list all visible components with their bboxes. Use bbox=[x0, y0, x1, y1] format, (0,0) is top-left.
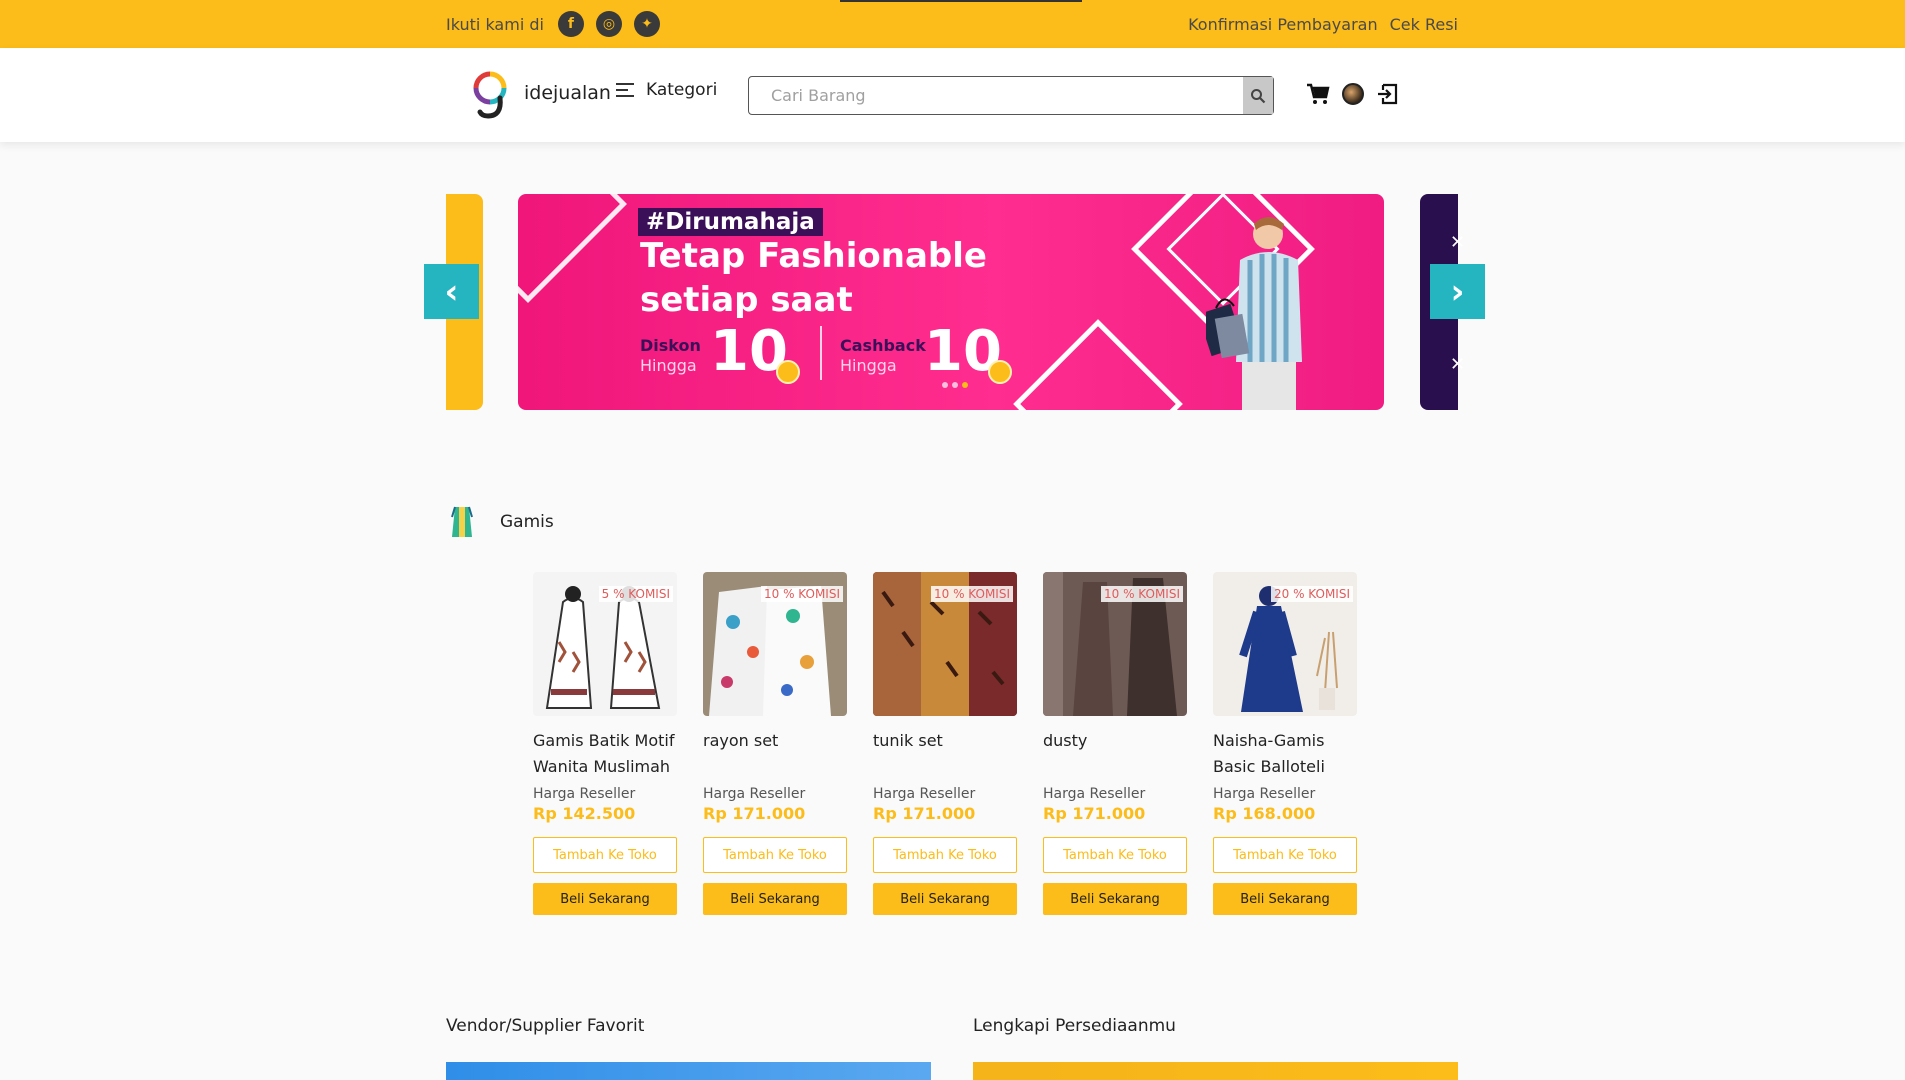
stock-section-banner[interactable] bbox=[973, 1062, 1458, 1080]
cashback-sub: Hingga bbox=[840, 356, 897, 375]
product-image[interactable]: 20 % KOMISI bbox=[1213, 572, 1357, 716]
top-bar-notch bbox=[840, 0, 1082, 2]
header-actions bbox=[1306, 83, 1398, 105]
add-to-store-button[interactable]: Tambah Ke Toko bbox=[873, 837, 1017, 873]
model-illustration bbox=[1206, 217, 1302, 410]
product-price: Rp 171.000 bbox=[873, 804, 976, 823]
carousel-prev-button[interactable]: ‹ bbox=[424, 264, 479, 319]
search-button[interactable] bbox=[1243, 77, 1273, 114]
product-name[interactable]: Gamis Batik Motif Wanita Muslimah bbox=[533, 728, 677, 780]
komisi-badge: 5 % KOMISI bbox=[598, 586, 673, 602]
buy-now-button[interactable]: Beli Sekarang bbox=[533, 883, 677, 915]
user-avatar[interactable] bbox=[1342, 83, 1364, 105]
komisi-badge: 10 % KOMISI bbox=[1100, 586, 1183, 602]
price-label: Harga Reseller bbox=[873, 786, 976, 802]
product-price: Rp 168.000 bbox=[1213, 804, 1316, 823]
cek-resi-link[interactable]: Cek Resi bbox=[1390, 15, 1458, 34]
stock-section-title: Lengkapi Persediaanmu bbox=[973, 1016, 1176, 1036]
coin-icon bbox=[988, 360, 1012, 384]
product-name[interactable]: rayon set bbox=[703, 728, 847, 780]
product-price: Rp 142.500 bbox=[533, 804, 636, 823]
price-label: Harga Reseller bbox=[703, 786, 806, 802]
carousel-dot[interactable] bbox=[952, 382, 958, 388]
twitter-icon[interactable]: ✦ bbox=[633, 11, 660, 37]
konfirmasi-pembayaran-link[interactable]: Konfirmasi Pembayaran bbox=[1188, 15, 1378, 34]
instagram-icon[interactable]: ◎ bbox=[595, 11, 622, 37]
promo-banner[interactable]: #Dirumahaja Tetap Fashionable setiap saa… bbox=[518, 194, 1384, 410]
coin-icon bbox=[776, 360, 800, 384]
banner-decoration bbox=[1013, 319, 1183, 410]
cart-icon[interactable] bbox=[1306, 83, 1330, 105]
product-card[interactable]: 10 % KOMISI dusty Harga Reseller Rp 171.… bbox=[1043, 572, 1187, 915]
product-image[interactable]: 5 % KOMISI bbox=[533, 572, 677, 716]
product-name[interactable]: tunik set bbox=[873, 728, 1017, 780]
buy-now-button[interactable]: Beli Sekarang bbox=[1213, 883, 1357, 915]
follow-text: Ikuti kami di bbox=[446, 14, 544, 34]
komisi-badge: 10 % KOMISI bbox=[930, 586, 1013, 602]
vendor-section-banner[interactable] bbox=[446, 1062, 931, 1080]
price-label: Harga Reseller bbox=[1043, 786, 1146, 802]
price-label: Harga Reseller bbox=[533, 786, 636, 802]
brand-name[interactable]: idejualan bbox=[524, 82, 611, 104]
add-to-store-button[interactable]: Tambah Ke Toko bbox=[1213, 837, 1357, 873]
kategori-label: Kategori bbox=[646, 80, 718, 100]
banner-decoration bbox=[518, 194, 627, 303]
buy-now-button[interactable]: Beli Sekarang bbox=[1043, 883, 1187, 915]
komisi-badge: 20 % KOMISI bbox=[1270, 586, 1353, 602]
search-icon bbox=[1251, 88, 1266, 103]
buy-now-button[interactable]: Beli Sekarang bbox=[703, 883, 847, 915]
carousel-dot[interactable] bbox=[942, 382, 948, 388]
diskon-label: Diskon bbox=[640, 336, 701, 355]
product-image[interactable]: 10 % KOMISI bbox=[873, 572, 1017, 716]
brand-logo[interactable] bbox=[470, 68, 510, 120]
main-header: idejualan Kategori bbox=[0, 48, 1905, 142]
product-image[interactable]: 10 % KOMISI bbox=[703, 572, 847, 716]
price-label: Harga Reseller bbox=[1213, 786, 1316, 802]
category-title[interactable]: Gamis bbox=[500, 512, 554, 532]
search-input[interactable] bbox=[749, 77, 1229, 114]
vendor-section-title: Vendor/Supplier Favorit bbox=[446, 1016, 645, 1036]
banner-headline: Tetap Fashionable setiap saat bbox=[640, 236, 987, 320]
product-card[interactable]: 5 % KOMISI Gamis Batik Motif Wanita Musl… bbox=[533, 572, 677, 915]
product-price: Rp 171.000 bbox=[1043, 804, 1146, 823]
top-bar: Ikuti kami di f ◎ ✦ Konfirmasi Pembayara… bbox=[0, 0, 1905, 48]
komisi-badge: 10 % KOMISI bbox=[760, 586, 843, 602]
product-list: 5 % KOMISI Gamis Batik Motif Wanita Musl… bbox=[533, 572, 1357, 915]
diskon-sub: Hingga bbox=[640, 356, 697, 375]
product-image[interactable]: 10 % KOMISI bbox=[1043, 572, 1187, 716]
product-card[interactable]: 10 % KOMISI tunik set Harga Reseller Rp … bbox=[873, 572, 1017, 915]
add-to-store-button[interactable]: Tambah Ke Toko bbox=[703, 837, 847, 873]
cashback-label: Cashback bbox=[840, 336, 926, 355]
add-to-store-button[interactable]: Tambah Ke Toko bbox=[533, 837, 677, 873]
menu-icon bbox=[616, 83, 634, 97]
facebook-icon[interactable]: f bbox=[557, 11, 584, 37]
gamis-category-icon bbox=[451, 506, 473, 537]
kategori-menu[interactable]: Kategori bbox=[616, 80, 717, 100]
carousel-next-button[interactable]: › bbox=[1430, 264, 1485, 319]
add-to-store-button[interactable]: Tambah Ke Toko bbox=[1043, 837, 1187, 873]
logout-icon[interactable] bbox=[1376, 83, 1398, 105]
product-price: Rp 171.000 bbox=[703, 804, 806, 823]
social-follow: Ikuti kami di f ◎ ✦ bbox=[446, 0, 672, 48]
banner-divider bbox=[820, 326, 822, 380]
product-card[interactable]: 20 % KOMISI Naisha-Gamis Basic Balloteli… bbox=[1213, 572, 1357, 915]
product-name[interactable]: Naisha-Gamis Basic Balloteli bbox=[1213, 728, 1357, 780]
product-card[interactable]: 10 % KOMISI rayon set Harga Reseller Rp … bbox=[703, 572, 847, 915]
carousel-dots bbox=[942, 382, 968, 388]
carousel-dot[interactable] bbox=[962, 382, 968, 388]
banner-hashtag: #Dirumahaja bbox=[638, 208, 823, 236]
product-name[interactable]: dusty bbox=[1043, 728, 1187, 780]
buy-now-button[interactable]: Beli Sekarang bbox=[873, 883, 1017, 915]
top-links: Konfirmasi Pembayaran Cek Resi bbox=[1188, 0, 1458, 48]
search-box bbox=[748, 76, 1274, 115]
